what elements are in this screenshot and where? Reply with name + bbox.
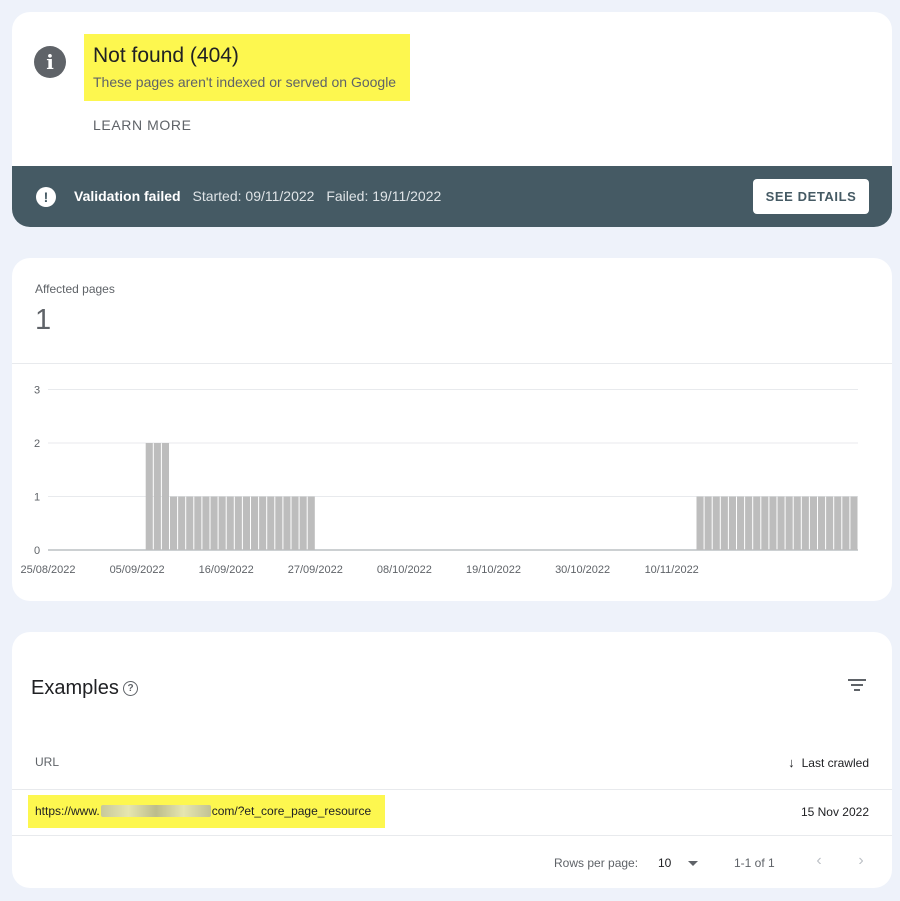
validation-status: Validation failed: [74, 188, 181, 204]
rows-per-page-label: Rows per page:: [554, 856, 639, 870]
metric-value: 1: [35, 304, 52, 336]
column-header-last-crawled-label: Last crawled: [801, 755, 869, 770]
bar[interactable]: [153, 443, 161, 550]
filter-icon[interactable]: [848, 678, 866, 692]
bar[interactable]: [785, 496, 793, 551]
validation-banner: ! Validation failed Started: 09/11/2022 …: [12, 166, 892, 227]
next-page-icon[interactable]: ›: [851, 851, 871, 871]
bar[interactable]: [793, 496, 801, 551]
x-tick-label: 08/10/2022: [377, 564, 432, 576]
column-header-url[interactable]: URL: [35, 755, 59, 769]
bar[interactable]: [809, 496, 817, 551]
chevron-down-icon[interactable]: [688, 861, 698, 866]
bar[interactable]: [712, 496, 720, 551]
bar[interactable]: [218, 496, 226, 551]
bar[interactable]: [728, 496, 736, 551]
metric-label: Affected pages: [35, 282, 115, 296]
x-tick-label: 27/09/2022: [288, 564, 343, 576]
bar[interactable]: [720, 496, 728, 551]
x-tick-label: 25/08/2022: [20, 564, 75, 576]
sort-down-icon: ↓: [788, 755, 795, 770]
bar[interactable]: [283, 496, 291, 551]
bar[interactable]: [234, 496, 242, 551]
status-card: i Not found (404) These pages aren't ind…: [12, 12, 892, 227]
x-tick-label: 19/10/2022: [466, 564, 521, 576]
bar[interactable]: [299, 496, 307, 551]
validation-started: Started: 09/11/2022: [192, 188, 315, 204]
bar[interactable]: [753, 496, 761, 551]
info-icon: i: [34, 46, 66, 78]
issue-title: Not found (404): [93, 44, 239, 67]
help-icon[interactable]: ?: [123, 681, 138, 696]
bar[interactable]: [251, 496, 259, 551]
examples-title: Examples: [31, 677, 119, 699]
bar[interactable]: [834, 496, 842, 551]
validation-failed: Failed: 19/11/2022: [326, 188, 442, 204]
bar[interactable]: [202, 496, 210, 551]
affected-pages-chart: 0 1 2 3 25/08/2022 05/09/2022 16/09/2022 27/09/…: [20, 385, 858, 576]
issue-subtitle: These pages aren't indexed or served on …: [93, 74, 397, 90]
see-details-button[interactable]: SEE DETAILS: [753, 179, 869, 214]
y-tick-label: 3: [34, 385, 40, 397]
row-url[interactable]: https://www. com/?et_core_page_resource: [35, 804, 371, 818]
y-tick-label: 0: [34, 545, 40, 557]
bar[interactable]: [145, 443, 153, 550]
bar[interactable]: [307, 496, 315, 551]
bar[interactable]: [801, 496, 809, 551]
bar[interactable]: [242, 496, 250, 551]
bar[interactable]: [745, 496, 753, 551]
bar[interactable]: [769, 496, 777, 551]
bar[interactable]: [267, 496, 275, 551]
bar[interactable]: [194, 496, 202, 551]
column-header-last-crawled[interactable]: ↓ Last crawled: [788, 755, 869, 770]
rows-per-page-select[interactable]: 10: [658, 856, 671, 870]
y-tick-label: 2: [34, 438, 40, 450]
affected-pages-card: Affected pages 1 0 1 2 3 25/08/2022 05/09/202…: [12, 258, 892, 601]
learn-more-link[interactable]: LEARN MORE: [93, 117, 192, 133]
table-divider: [12, 789, 892, 790]
examples-card: Examples ? URL ↓ Last crawled https://ww…: [12, 632, 892, 888]
bar[interactable]: [737, 496, 745, 551]
bar[interactable]: [259, 496, 267, 551]
table-row[interactable]: https://www. com/?et_core_page_resource: [28, 795, 385, 828]
bar[interactable]: [226, 496, 234, 551]
table-divider: [12, 835, 892, 836]
pagination-range: 1-1 of 1: [734, 856, 775, 870]
row-url-suffix: com/?et_core_page_resource: [211, 804, 372, 818]
bar[interactable]: [826, 496, 834, 551]
alert-icon: !: [36, 187, 56, 207]
bar[interactable]: [842, 496, 850, 551]
bar[interactable]: [178, 496, 186, 551]
x-tick-label: 30/10/2022: [555, 564, 610, 576]
bar[interactable]: [696, 496, 704, 551]
x-tick-label: 10/11/2022: [645, 564, 699, 576]
row-last-crawled: 15 Nov 2022: [800, 805, 869, 819]
y-tick-label: 1: [34, 492, 40, 504]
bar[interactable]: [170, 496, 178, 551]
title-highlight: Not found (404) These pages aren't index…: [84, 34, 410, 101]
bar[interactable]: [777, 496, 785, 551]
bar[interactable]: [186, 496, 194, 551]
bar[interactable]: [275, 496, 283, 551]
bar[interactable]: [210, 496, 218, 551]
bar[interactable]: [761, 496, 769, 551]
redacted-domain: [100, 805, 211, 817]
prev-page-icon[interactable]: ‹: [809, 851, 829, 871]
bar[interactable]: [291, 496, 299, 551]
bar[interactable]: [161, 443, 169, 550]
x-tick-label: 16/09/2022: [199, 564, 254, 576]
bar[interactable]: [704, 496, 712, 551]
validation-text: Validation failed Started: 09/11/2022 Fa…: [74, 188, 441, 204]
row-url-prefix: https://www.: [35, 804, 100, 818]
bar[interactable]: [818, 496, 826, 551]
x-tick-label: 05/09/2022: [110, 564, 165, 576]
bar[interactable]: [850, 496, 858, 551]
